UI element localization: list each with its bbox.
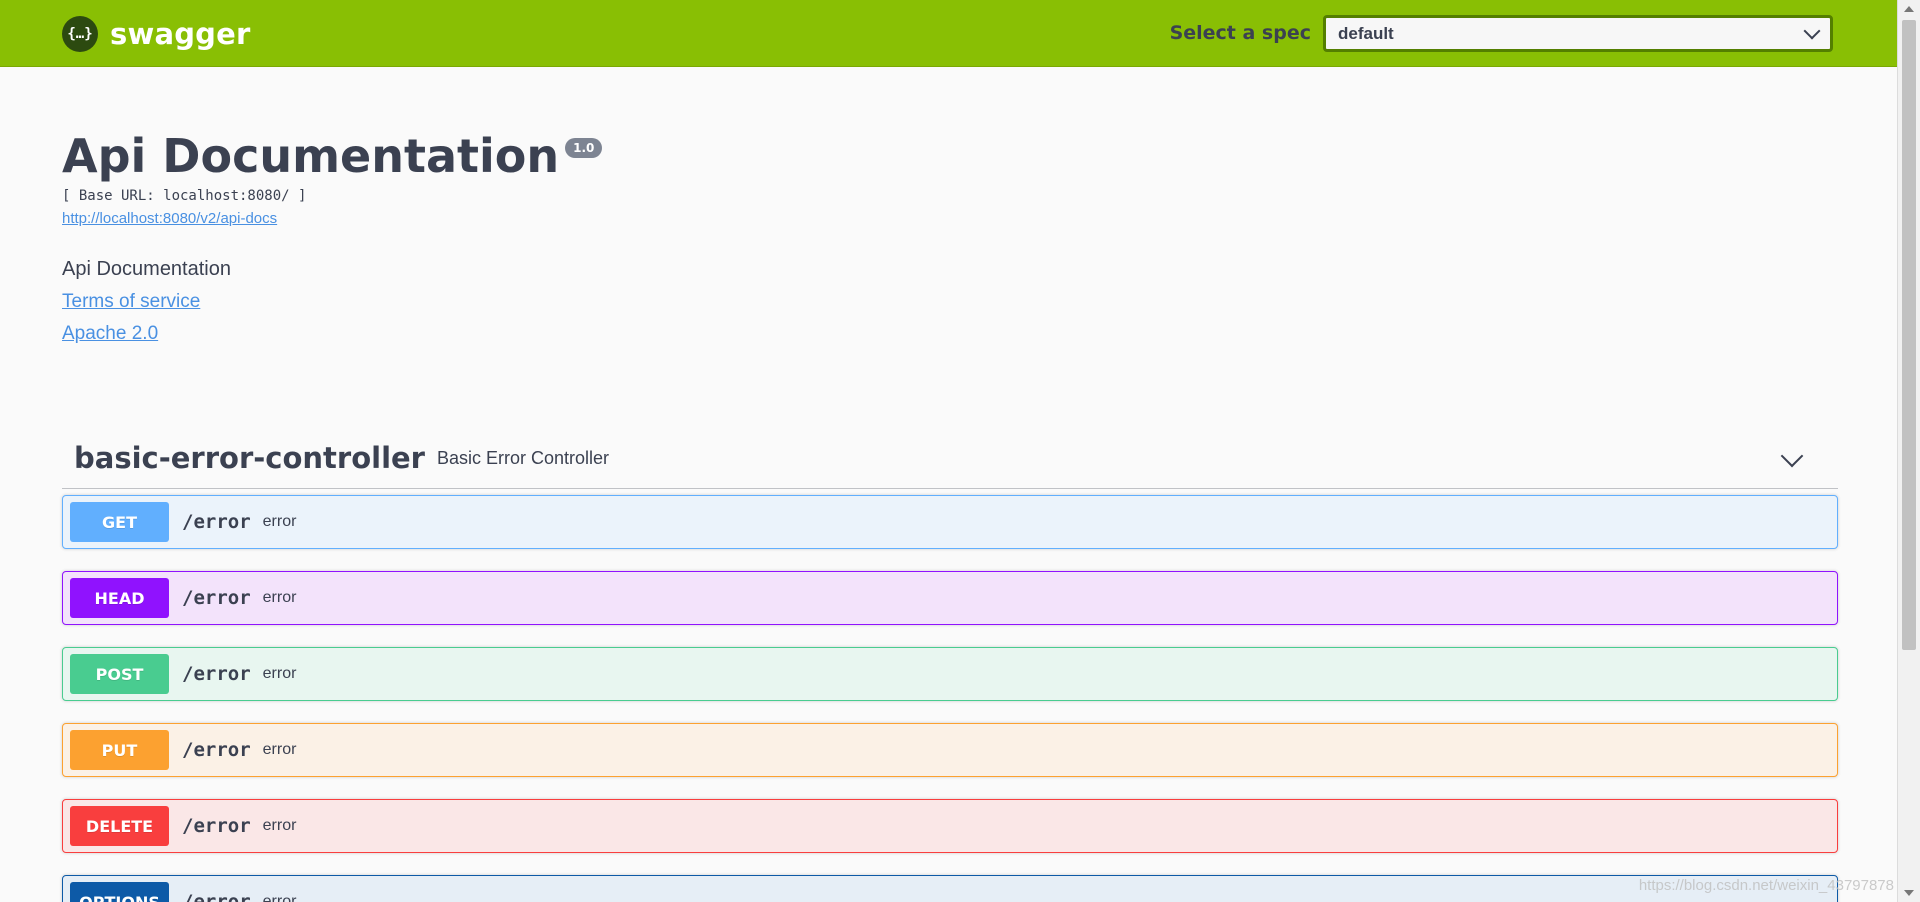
api-docs-link[interactable]: http://localhost:8080/v2/api-docs — [62, 210, 277, 227]
chevron-down-icon[interactable] — [1780, 444, 1804, 468]
api-description: Api Documentation — [62, 258, 231, 281]
method-badge: POST — [70, 654, 169, 694]
swagger-ui-page: {…} swagger Select a spec default Api Do… — [0, 0, 1920, 902]
base-url: [ Base URL: localhost:8080/ ] — [62, 188, 307, 205]
operation-post-error[interactable]: POST /error error — [62, 647, 1838, 701]
operation-get-error[interactable]: GET /error error — [62, 495, 1838, 549]
operation-path: /error — [182, 891, 251, 902]
method-badge: OPTIONS — [70, 882, 169, 902]
operation-options-error[interactable]: OPTIONS /error error — [62, 875, 1838, 902]
spec-select-dropdown[interactable]: default — [1323, 15, 1833, 52]
scroll-down-arrow-icon[interactable] — [1904, 890, 1914, 896]
operation-put-error[interactable]: PUT /error error — [62, 723, 1838, 777]
operation-path: /error — [182, 511, 251, 533]
operation-summary: error — [262, 665, 297, 682]
scroll-up-arrow-icon[interactable] — [1904, 6, 1914, 12]
swagger-logo-icon: {…} — [62, 16, 98, 52]
operation-path: /error — [182, 815, 251, 837]
spec-select-value: default — [1338, 23, 1394, 43]
brand-name: swagger — [110, 17, 251, 51]
title-row: Api Documentation 1.0 — [62, 132, 1842, 180]
tag-description: Basic Error Controller — [437, 447, 610, 468]
method-badge: DELETE — [70, 806, 169, 846]
page-title: Api Documentation — [62, 129, 560, 183]
operation-summary: error — [262, 893, 297, 902]
tag-name: basic-error-controller — [74, 441, 425, 475]
tag-section-basic-error-controller: basic-error-controller Basic Error Contr… — [62, 428, 1838, 902]
operation-path: /error — [182, 587, 251, 609]
watermark: https://blog.csdn.net/weixin_43797878 — [1638, 877, 1894, 894]
spec-select-label: Select a spec — [1169, 22, 1311, 44]
operation-delete-error[interactable]: DELETE /error error — [62, 799, 1838, 853]
brand-link[interactable]: {…} swagger — [62, 16, 251, 52]
chevron-down-icon — [1803, 22, 1821, 39]
version-badge: 1.0 — [565, 138, 603, 158]
method-badge: GET — [70, 502, 169, 542]
operation-summary: error — [262, 817, 297, 834]
tag-header[interactable]: basic-error-controller Basic Error Contr… — [62, 428, 1838, 489]
scrollbar-thumb[interactable] — [1902, 20, 1916, 650]
method-badge: HEAD — [70, 578, 169, 618]
operation-path: /error — [182, 739, 251, 761]
license-link[interactable]: Apache 2.0 — [62, 323, 158, 345]
method-badge: PUT — [70, 730, 169, 770]
operation-summary: error — [262, 589, 297, 606]
terms-of-service-link[interactable]: Terms of service — [62, 291, 200, 313]
info-section: Api Documentation 1.0 [ Base URL: localh… — [62, 132, 1842, 345]
operation-head-error[interactable]: HEAD /error error — [62, 571, 1838, 625]
vertical-scrollbar[interactable] — [1897, 0, 1920, 902]
operation-path: /error — [182, 663, 251, 685]
operation-summary: error — [262, 513, 297, 530]
topbar: {…} swagger Select a spec default — [0, 0, 1898, 67]
operation-summary: error — [262, 741, 297, 758]
